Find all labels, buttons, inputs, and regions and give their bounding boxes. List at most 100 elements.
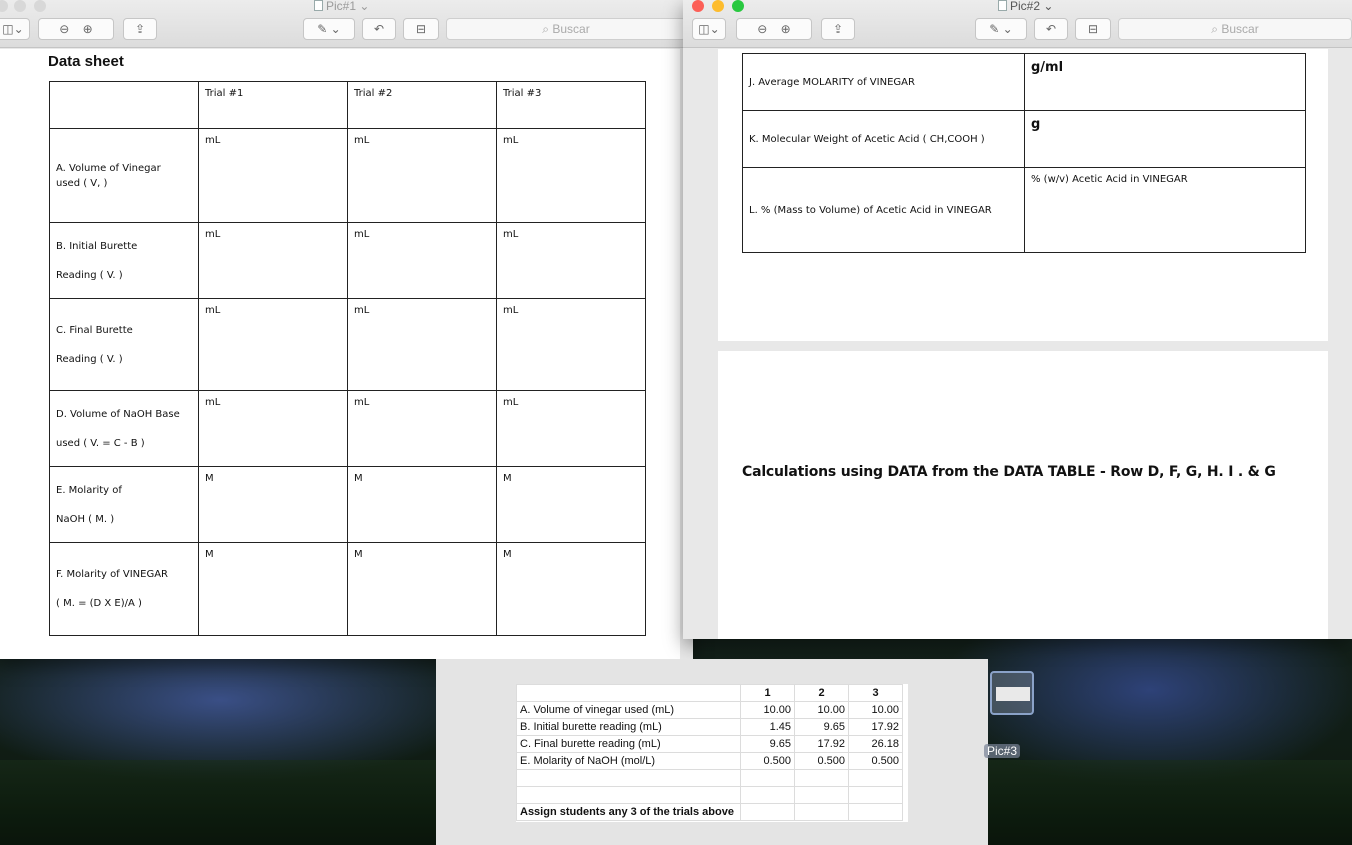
- file-thumbnail-icon[interactable]: [990, 671, 1034, 715]
- row-label: F. Molarity of VINEGAR( M. = (D X E)/A ): [49, 542, 199, 636]
- cell-unit[interactable]: mL: [347, 298, 497, 391]
- zoom-in-icon[interactable]: ⊕: [781, 22, 791, 36]
- table-cell: 17.92: [848, 718, 903, 736]
- cell-unit[interactable]: M: [198, 542, 348, 636]
- markup-button[interactable]: ✎ ⌄: [303, 18, 355, 40]
- row-label: K. Molecular Weight of Acetic Acid ( CH,…: [742, 110, 1025, 168]
- cell-unit[interactable]: mL: [198, 222, 348, 299]
- table-cell: 1.45: [740, 718, 795, 736]
- column-header: 1: [740, 684, 795, 702]
- cell-unit[interactable]: mL: [347, 222, 497, 299]
- cell-unit[interactable]: M: [347, 466, 497, 543]
- cell-unit[interactable]: g/ml: [1024, 53, 1306, 111]
- table-cell: 10.00: [794, 701, 849, 719]
- table-row: B. Initial burette reading (mL) 1.45 9.6…: [516, 718, 903, 736]
- search-input[interactable]: ⌕ Buscar: [446, 18, 686, 40]
- cell-unit[interactable]: % (w/v) Acetic Acid in VINEGAR: [1024, 167, 1306, 253]
- cell-unit[interactable]: g: [1024, 110, 1306, 168]
- sidebar-toggle-button[interactable]: ◫⌄: [692, 18, 726, 40]
- table-cell: 0.500: [740, 752, 795, 770]
- table-cell: 17.92: [794, 735, 849, 753]
- minimize-button[interactable]: [14, 0, 26, 12]
- close-button[interactable]: [0, 0, 8, 12]
- row-label: E. Molarity of NaOH ( M. ): [49, 466, 199, 543]
- table-header-empty: [49, 81, 199, 129]
- sidebar-toggle-button[interactable]: ◫⌄: [0, 18, 30, 40]
- markup-button[interactable]: ✎ ⌄: [975, 18, 1027, 40]
- table-cell: 10.00: [740, 701, 795, 719]
- results-table: J. Average MOLARITY of VINEGAR g/ml K. M…: [742, 53, 1306, 253]
- cell-unit[interactable]: M: [496, 466, 646, 543]
- row-label: E. Molarity of NaOH (mol/L): [516, 752, 741, 770]
- table-row: C. Final burette reading (mL) 9.65 17.92…: [516, 735, 903, 753]
- search-input[interactable]: ⌕ Buscar: [1118, 18, 1352, 40]
- cell-unit[interactable]: mL: [496, 222, 646, 299]
- cell-unit[interactable]: mL: [347, 128, 497, 223]
- data-sheet-table: Trial #1 Trial #2 Trial #3 A. Volume of …: [49, 81, 646, 636]
- zoom-in-icon[interactable]: ⊕: [83, 22, 93, 36]
- zoom-out-icon[interactable]: ⊖: [59, 22, 69, 36]
- table-cell: 9.65: [740, 735, 795, 753]
- toolbox-icon: ⊟: [415, 22, 427, 36]
- zoom-button[interactable]: [732, 0, 744, 12]
- share-button[interactable]: ⇪: [821, 18, 855, 40]
- table-row: C. Final Burette Reading ( V. ) mL mL mL: [49, 298, 646, 391]
- window-title: Pic#1 ⌄: [314, 0, 369, 14]
- toolbox-button[interactable]: ⊟: [403, 18, 439, 40]
- rotate-icon: ↶: [1045, 22, 1057, 36]
- cell-unit[interactable]: M: [496, 542, 646, 636]
- table-row: J. Average MOLARITY of VINEGAR g/ml: [742, 53, 1306, 111]
- cell-unit[interactable]: M: [347, 542, 497, 636]
- table-row: [516, 769, 903, 787]
- table-row: F. Molarity of VINEGAR( M. = (D X E)/A )…: [49, 542, 646, 636]
- zoom-buttons[interactable]: ⊖ ⊕: [38, 18, 114, 40]
- zoom-button[interactable]: [34, 0, 46, 12]
- cell-unit[interactable]: M: [198, 466, 348, 543]
- chevron-down-icon[interactable]: ⌄: [359, 0, 369, 13]
- column-header: [516, 684, 741, 702]
- cell-unit[interactable]: mL: [198, 298, 348, 391]
- row-label: D. Volume of NaOH Base used ( V. = C - B …: [49, 390, 199, 467]
- zoom-buttons[interactable]: ⊖ ⊕: [736, 18, 812, 40]
- window-title: Pic#2 ⌄: [998, 0, 1053, 14]
- cell-unit[interactable]: mL: [198, 128, 348, 223]
- minimize-button[interactable]: [712, 0, 724, 12]
- file-label[interactable]: Pic#3: [984, 744, 1021, 758]
- table-cell: 10.00: [848, 701, 903, 719]
- table-header-row: Trial #1 Trial #2 Trial #3: [49, 81, 646, 129]
- share-button[interactable]: ⇪: [123, 18, 157, 40]
- trials-table: 1 2 3 A. Volume of vinegar used (mL) 10.…: [516, 684, 903, 821]
- row-label: J. Average MOLARITY of VINEGAR: [742, 53, 1025, 111]
- cell-unit[interactable]: mL: [347, 390, 497, 467]
- sidebar-icon: ◫⌄: [2, 22, 24, 36]
- table-row: L. % (Mass to Volume) of Acetic Acid in …: [742, 167, 1306, 253]
- window-toolbar: Pic#2 ⌄ ◫⌄ ⊖ ⊕ ⇪ ✎ ⌄ ↶ ⊟ ⌕ Buscar: [683, 0, 1352, 48]
- cell-unit[interactable]: mL: [198, 390, 348, 467]
- toolbox-button[interactable]: ⊟: [1075, 18, 1111, 40]
- cell-unit[interactable]: mL: [496, 128, 646, 223]
- zoom-out-icon[interactable]: ⊖: [757, 22, 767, 36]
- table-cell: 26.18: [848, 735, 903, 753]
- cell-unit[interactable]: mL: [496, 298, 646, 391]
- search-icon: ⌕: [1211, 22, 1219, 36]
- rotate-button[interactable]: ↶: [1034, 18, 1068, 40]
- table-row: [516, 786, 903, 804]
- document-page: Calculations using DATA from the DATA TA…: [718, 351, 1328, 639]
- table-row: E. Molarity of NaOH (mol/L) 0.500 0.500 …: [516, 752, 903, 770]
- table-row: D. Volume of NaOH Base used ( V. = C - B …: [49, 390, 646, 467]
- column-header: Trial #1: [198, 81, 348, 129]
- cell-unit[interactable]: mL: [496, 390, 646, 467]
- rotate-button[interactable]: ↶: [362, 18, 396, 40]
- row-label: C. Final Burette Reading ( V. ): [49, 298, 199, 391]
- chevron-down-icon[interactable]: ⌄: [1043, 0, 1053, 13]
- preview-window-pic2[interactable]: Pic#2 ⌄ ◫⌄ ⊖ ⊕ ⇪ ✎ ⌄ ↶ ⊟ ⌕ Buscar J. Ave…: [683, 0, 1352, 639]
- search-icon: ⌕: [542, 22, 550, 36]
- column-header: Trial #3: [496, 81, 646, 129]
- table-row: A. Volume of Vinegar used ( V, ) mL mL mL: [49, 128, 646, 223]
- table-cell: 0.500: [848, 752, 903, 770]
- row-label: B. Initial Burette Reading ( V. ): [49, 222, 199, 299]
- column-header: 2: [794, 684, 849, 702]
- preview-window-pic1[interactable]: Pic#1 ⌄ ◫⌄ ⊖ ⊕ ⇪ ✎ ⌄ ↶ ⊟ ⌕ Buscar Data s…: [0, 0, 693, 659]
- close-button[interactable]: [692, 0, 704, 12]
- preview-window-pic3[interactable]: 1 2 3 A. Volume of vinegar used (mL) 10.…: [436, 659, 988, 845]
